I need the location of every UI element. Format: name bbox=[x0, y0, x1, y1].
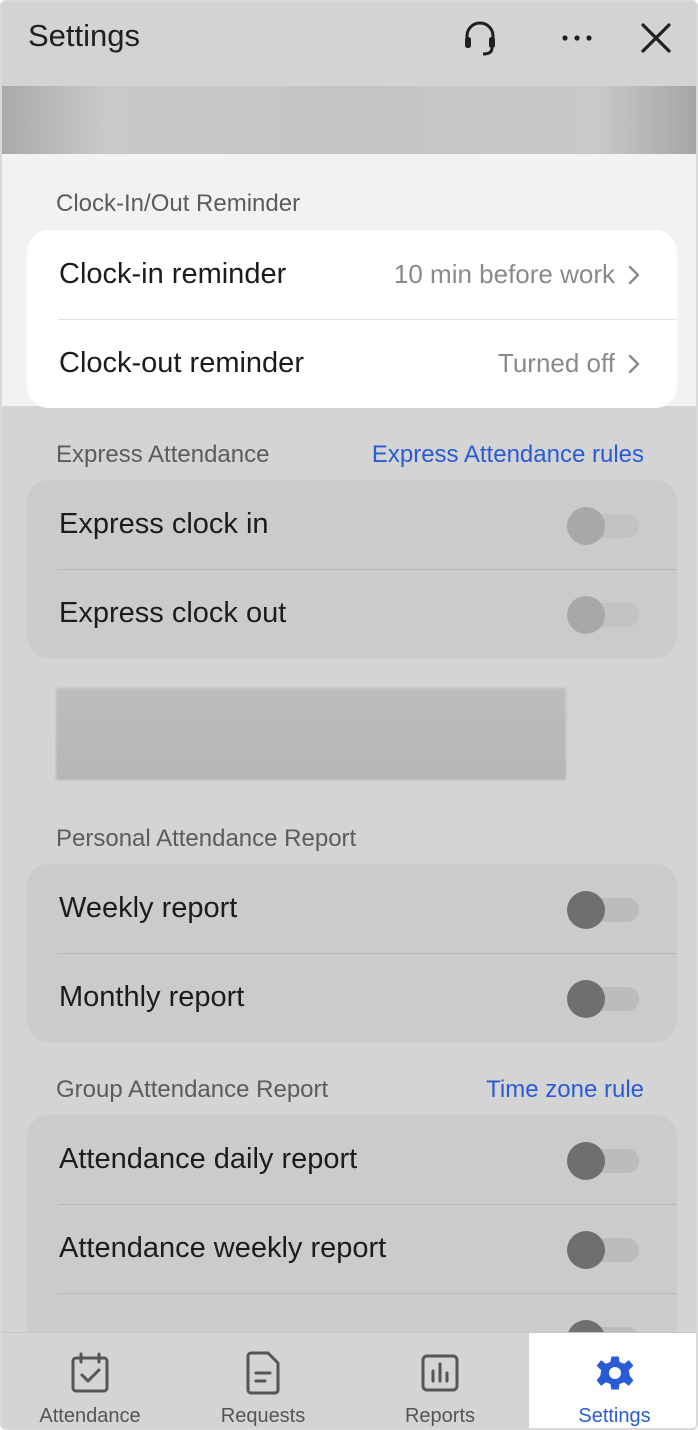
weekly-report-toggle[interactable] bbox=[567, 891, 639, 929]
bottom-tab-bar: Attendance Requests Reports Settings bbox=[2, 1332, 696, 1428]
express-card: Express clock in Express clock out bbox=[27, 480, 677, 658]
blurred-banner bbox=[2, 86, 696, 154]
bar-chart-icon bbox=[421, 1354, 459, 1392]
tab-settings[interactable]: Settings bbox=[529, 1333, 696, 1428]
row-label: Monthly report bbox=[59, 981, 245, 1013]
monthly-report-toggle[interactable] bbox=[567, 980, 639, 1018]
settings-screen: Settings Clock-In/Out Reminder Clock-in … bbox=[0, 0, 698, 1430]
section-title-reminder: Clock-In/Out Reminder bbox=[56, 190, 301, 217]
weekly-report-row: Weekly report bbox=[27, 864, 677, 953]
daily-report-row: Attendance daily report bbox=[27, 1115, 677, 1204]
more-options-icon[interactable] bbox=[555, 16, 599, 60]
tab-label: Requests bbox=[220, 1405, 306, 1427]
express-clock-out-toggle[interactable] bbox=[567, 596, 639, 634]
support-icon[interactable] bbox=[458, 16, 502, 60]
time-zone-rule-link[interactable]: Time zone rule bbox=[486, 1076, 644, 1104]
reminder-card: Clock-in reminder 10 min before work Clo… bbox=[27, 230, 677, 408]
daily-report-toggle[interactable] bbox=[567, 1142, 639, 1180]
row-label: Weekly report bbox=[59, 892, 238, 924]
group-weekly-report-row: Attendance weekly report bbox=[27, 1204, 677, 1293]
row-label: Attendance daily report bbox=[59, 1143, 358, 1175]
gear-icon bbox=[596, 1356, 634, 1390]
row-label: Clock-in reminder bbox=[59, 258, 287, 290]
row-value: Turned off bbox=[497, 348, 615, 378]
row-label: Clock-out reminder bbox=[59, 347, 304, 379]
page-title: Settings bbox=[28, 18, 141, 53]
tab-reports[interactable]: Reports bbox=[352, 1333, 528, 1428]
express-clock-in-row: Express clock in bbox=[27, 480, 677, 569]
tab-attendance[interactable]: Attendance bbox=[2, 1333, 178, 1428]
document-icon bbox=[246, 1351, 280, 1395]
tab-requests[interactable]: Requests bbox=[175, 1333, 351, 1428]
chevron-right-icon bbox=[628, 354, 640, 374]
express-clock-out-row: Express clock out bbox=[27, 569, 677, 658]
group-weekly-report-toggle[interactable] bbox=[567, 1231, 639, 1269]
blurred-note bbox=[56, 688, 566, 780]
section-title-express: Express Attendance bbox=[56, 441, 270, 468]
personal-report-card: Weekly report Monthly report bbox=[27, 864, 677, 1042]
tab-label: Settings bbox=[578, 1405, 651, 1427]
express-clock-in-toggle[interactable] bbox=[567, 507, 639, 545]
row-label: Attendance weekly report bbox=[59, 1232, 387, 1264]
section-title-personal: Personal Attendance Report bbox=[56, 825, 357, 852]
express-rules-link[interactable]: Express Attendance rules bbox=[372, 441, 644, 469]
clock-in-reminder-row[interactable]: Clock-in reminder 10 min before work bbox=[27, 230, 677, 319]
row-value: 10 min before work bbox=[393, 259, 615, 289]
header-bar: Settings bbox=[2, 2, 696, 86]
close-icon[interactable] bbox=[634, 16, 678, 60]
section-title-group: Group Attendance Report bbox=[56, 1076, 329, 1103]
tab-label: Attendance bbox=[39, 1405, 141, 1427]
clock-out-reminder-row[interactable]: Clock-out reminder Turned off bbox=[27, 319, 677, 408]
row-label: Express clock out bbox=[59, 597, 287, 629]
tab-label: Reports bbox=[404, 1405, 476, 1427]
calendar-check-icon bbox=[71, 1352, 109, 1393]
monthly-report-row: Monthly report bbox=[27, 953, 677, 1042]
chevron-right-icon bbox=[628, 265, 640, 285]
row-label: Express clock in bbox=[59, 508, 269, 540]
